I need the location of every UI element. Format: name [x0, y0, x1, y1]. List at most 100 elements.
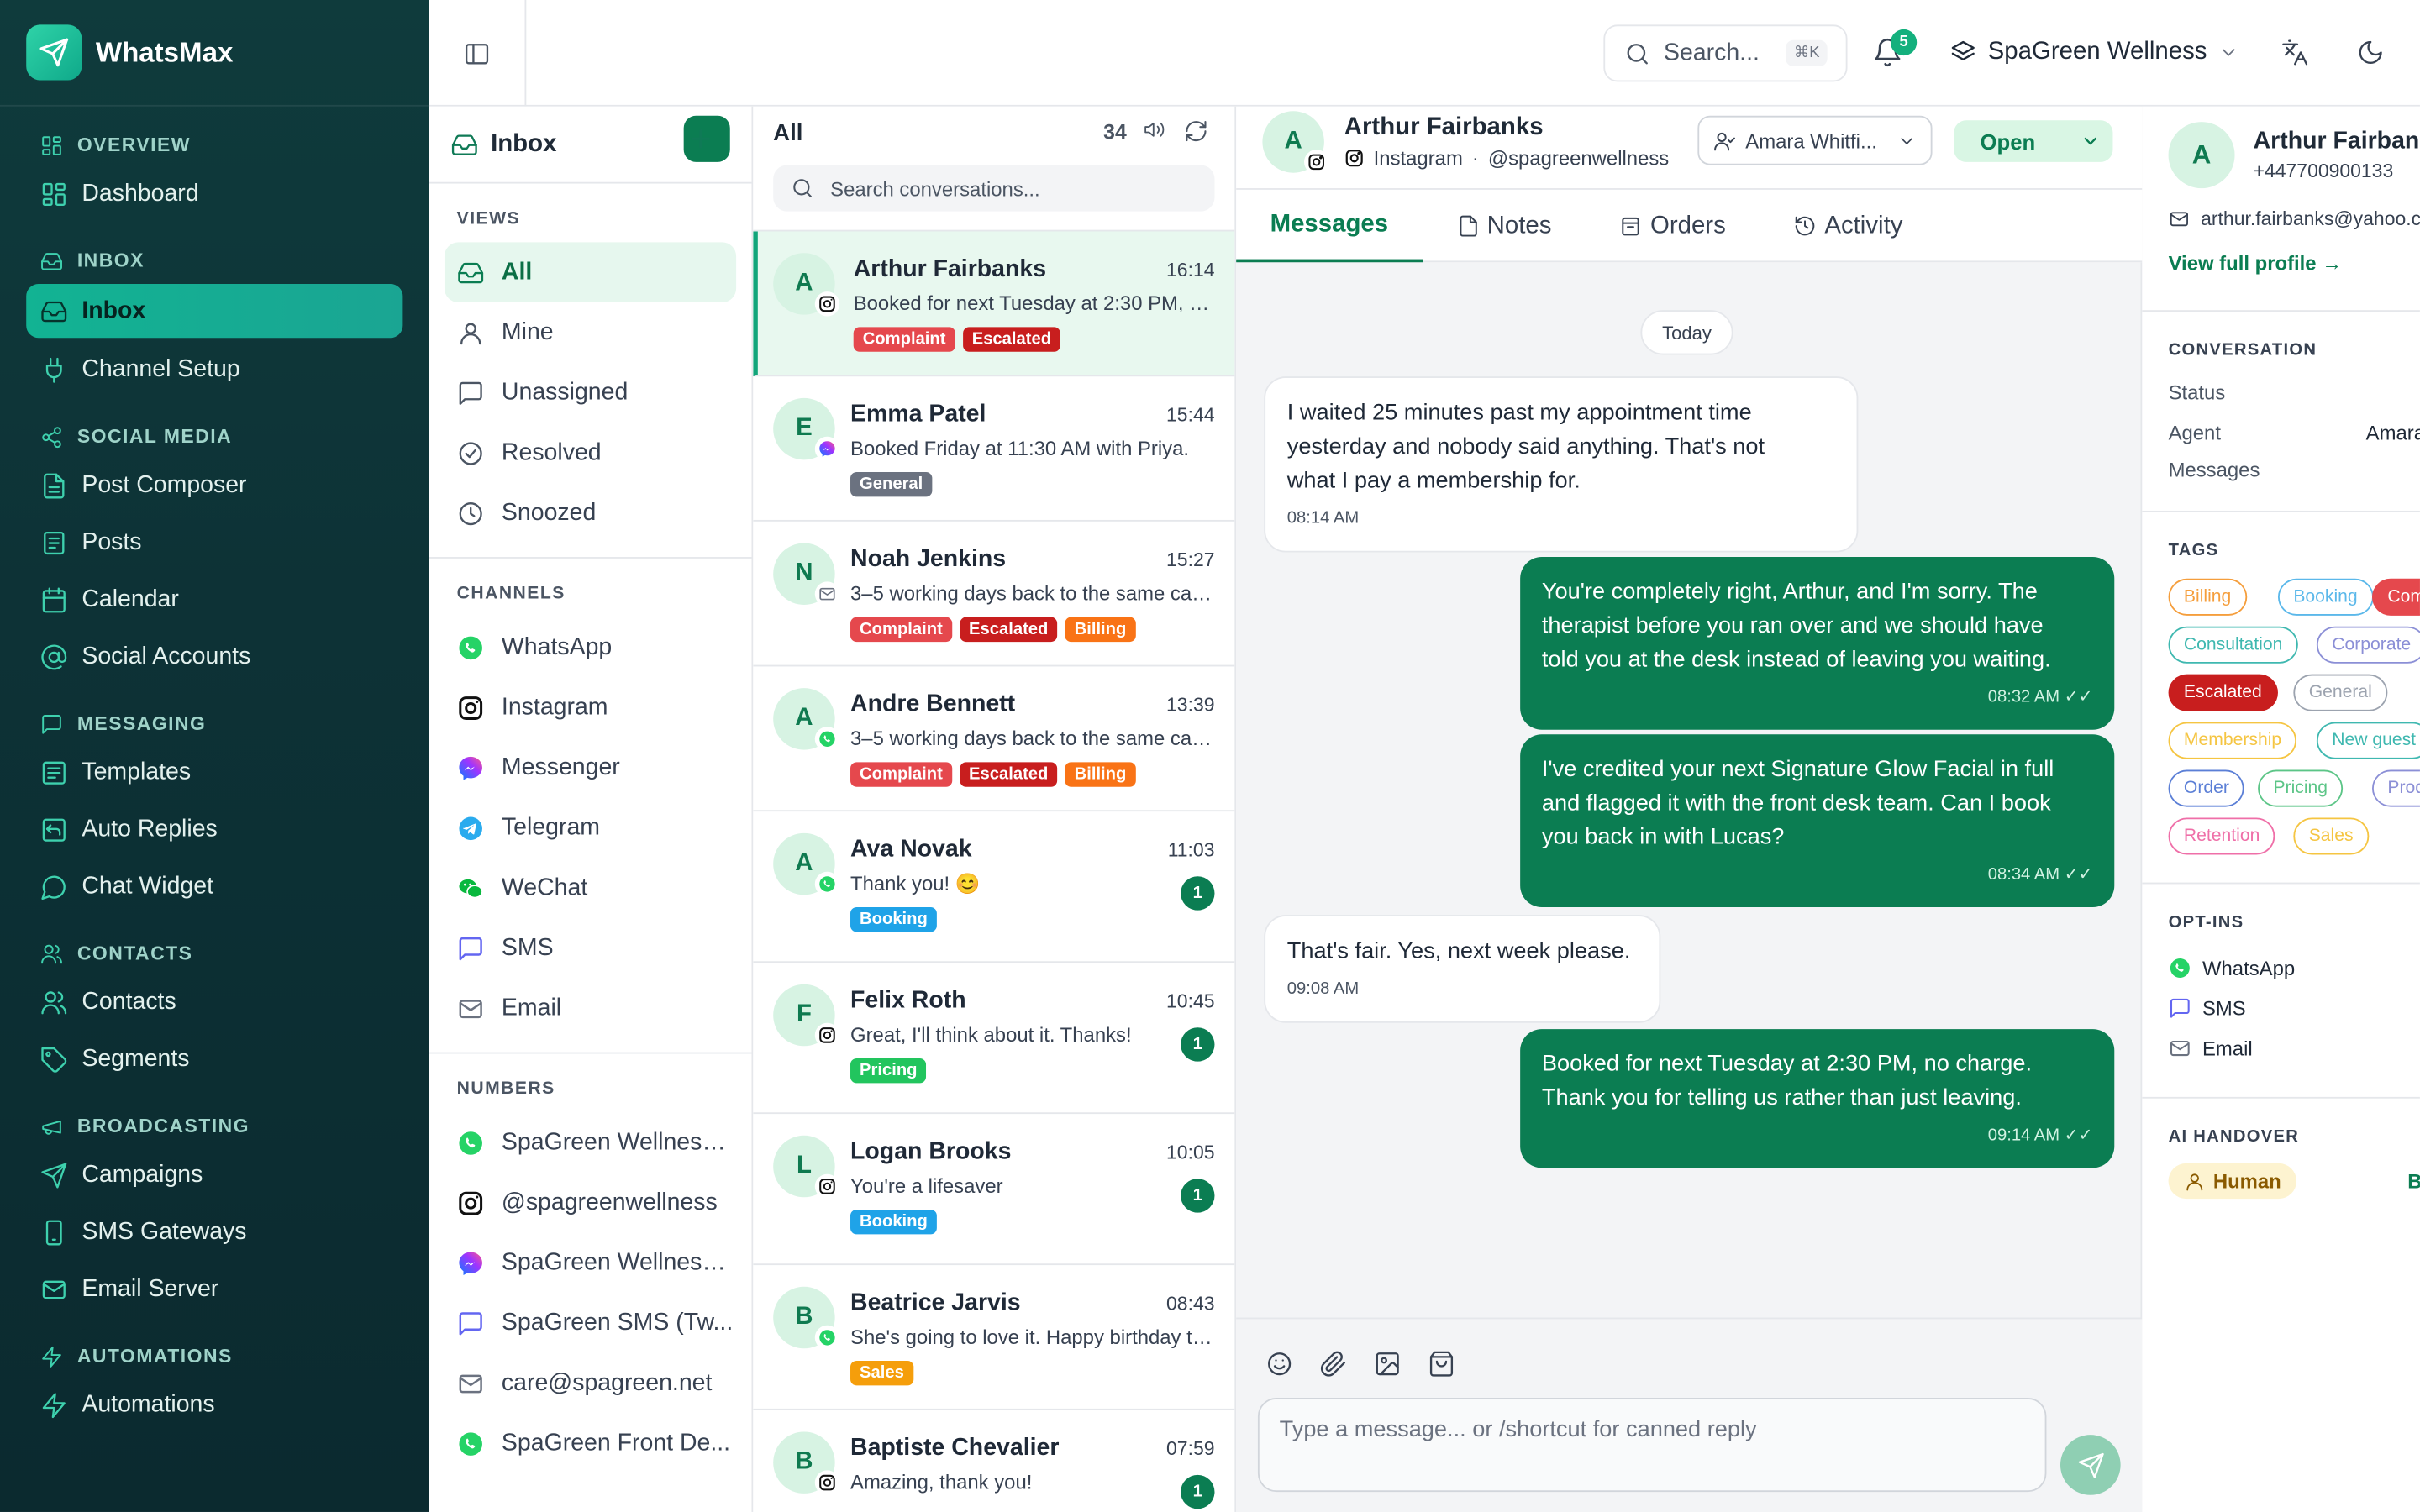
- profile-tag-new-guest[interactable]: New guest: [2316, 722, 2420, 759]
- theme-toggle-button[interactable]: [2357, 39, 2385, 66]
- profile-tag-corporate[interactable]: Corporate: [2316, 626, 2420, 664]
- view-item-all[interactable]: All: [444, 242, 737, 302]
- share-icon: [42, 426, 61, 448]
- conversation-item[interactable]: B Beatrice Jarvis 08:43 She's going to love…: [753, 1265, 1235, 1410]
- channel-item-whatsapp[interactable]: WhatsApp: [429, 617, 737, 678]
- conversation-item[interactable]: L Logan Brooks 10:05 You're a lifesaver Book…: [753, 1114, 1235, 1266]
- sidebar-item-campaigns[interactable]: Campaigns: [0, 1147, 402, 1204]
- product-button[interactable]: [1428, 1350, 1455, 1378]
- number-item[interactable]: SpaGreen SMS (Tw...: [429, 1293, 737, 1353]
- channel-item-wechat[interactable]: WeChat: [429, 858, 737, 918]
- conversation-time: 10:45: [1166, 990, 1215, 1012]
- conversation-item[interactable]: A Arthur Fairbanks 16:14 Booked for next Tu…: [753, 231, 1235, 377]
- human-mode-toggle[interactable]: Human: [2168, 1163, 2297, 1200]
- conversation-item[interactable]: N Noah Jenkins 15:27 3–5 working days back …: [753, 522, 1235, 667]
- emoji-button[interactable]: [1265, 1350, 1293, 1378]
- conversation-item[interactable]: A Ava Novak 11:03 Thank you! 😊 Booking 1: [753, 811, 1235, 963]
- attach-button[interactable]: [1319, 1350, 1347, 1378]
- new-conversation-button[interactable]: [683, 115, 730, 162]
- workspace-switcher[interactable]: SpaGreen Wellness: [1949, 34, 2250, 71]
- profile-tag-sales[interactable]: Sales: [2293, 817, 2369, 855]
- sidebar-item-social-accounts[interactable]: Social Accounts: [0, 628, 402, 685]
- sidebar-item-calendar[interactable]: Calendar: [0, 571, 402, 628]
- status-select[interactable]: Open: [1954, 120, 2113, 162]
- incoming-message: I waited 25 minutes past my appointment …: [1264, 376, 1859, 553]
- conversation-name: Beatrice Jarvis: [850, 1289, 1021, 1316]
- view-full-profile-link[interactable]: View full profile →: [2169, 251, 2343, 275]
- sidebar-item-email-server[interactable]: Email Server: [0, 1261, 402, 1318]
- profile-tag-consultation[interactable]: Consultation: [2168, 626, 2298, 664]
- optins-section-label: OPT-INS: [2168, 913, 2244, 932]
- sidebar-item-templates[interactable]: Templates: [0, 743, 402, 801]
- send-button[interactable]: [2060, 1435, 2121, 1495]
- conversation-preview: You're a lifesaver: [850, 1173, 1003, 1198]
- profile-tag-order[interactable]: Order: [2168, 769, 2245, 807]
- sidebar-item-auto-replies[interactable]: Auto Replies: [0, 801, 402, 858]
- sidebar-nav: OVERVIEW Dashboard INBOX Inbox Channel Setup…: [0, 125, 429, 1434]
- conversation-item[interactable]: B Baptiste Chevalier 07:59 Amazing, thank y…: [753, 1410, 1234, 1512]
- image-button[interactable]: [1374, 1350, 1402, 1378]
- channel-icon-wrap: [457, 995, 485, 1022]
- conversation-tags: Booking: [850, 1209, 937, 1235]
- sidebar-toggle-button[interactable]: [429, 0, 527, 107]
- tab-activity[interactable]: Activity: [1760, 190, 1937, 262]
- tag-icon: [41, 1046, 67, 1072]
- message-thread[interactable]: Today I waited 25 minutes past my appoin…: [1236, 262, 2142, 1317]
- sidebar-item-dashboard[interactable]: Dashboard: [0, 165, 402, 223]
- channel-item-instagram[interactable]: Instagram: [429, 677, 737, 738]
- channel-item-messenger[interactable]: Messenger: [429, 738, 737, 798]
- channel-item-email[interactable]: Email: [429, 978, 737, 1038]
- view-item-unassigned[interactable]: Unassigned: [429, 363, 737, 423]
- refresh-button[interactable]: [1184, 118, 1208, 143]
- profile-tag-products[interactable]: Products: [2372, 769, 2420, 807]
- number-item[interactable]: SpaGreen Wellness...: [429, 1233, 737, 1294]
- profile-tag-membership[interactable]: Membership: [2168, 722, 2297, 759]
- sidebar-item-sms-gateways[interactable]: SMS Gateways: [0, 1204, 402, 1261]
- number-item[interactable]: @spagreenwellness: [429, 1173, 737, 1233]
- smile-icon: [1268, 1352, 1292, 1376]
- sidebar-item-chat-widget[interactable]: Chat Widget: [0, 858, 402, 915]
- language-button[interactable]: [2281, 39, 2309, 66]
- message-input[interactable]: Type a message... or /shortcut for canne…: [1257, 1398, 2047, 1493]
- conversation-search-input[interactable]: Search conversations...: [773, 165, 1215, 212]
- brand[interactable]: WhatsMax: [0, 0, 429, 107]
- channel-item-telegram[interactable]: Telegram: [429, 798, 737, 858]
- profile-tag-escalated[interactable]: Escalated: [2168, 674, 2278, 711]
- bolt-icon: [42, 1392, 66, 1418]
- bot-mode-toggle[interactable]: Bot: [2407, 1169, 2420, 1193]
- number-item[interactable]: care@spagreen.net: [429, 1353, 737, 1414]
- profile-tag-general[interactable]: General: [2293, 674, 2388, 711]
- tab-orders[interactable]: Orders: [1586, 190, 1760, 262]
- view-item-snoozed[interactable]: Snoozed: [429, 483, 737, 543]
- number-item[interactable]: SpaGreen Front De...: [429, 1413, 737, 1473]
- conversation-item[interactable]: A Andre Bennett 13:39 3–5 working days back…: [753, 666, 1235, 812]
- nav-section-label: BROADCASTING: [76, 1115, 250, 1137]
- channel-item-sms[interactable]: SMS: [429, 918, 737, 979]
- profile-tag-booking[interactable]: Booking: [2277, 578, 2374, 616]
- view-item-mine[interactable]: Mine: [429, 302, 737, 363]
- view-item-resolved[interactable]: Resolved: [429, 423, 737, 483]
- profile-tag-retention[interactable]: Retention: [2168, 817, 2275, 855]
- channel-badge: [814, 871, 840, 897]
- profile-email: arthur.fairbanks@yahoo.com: [2169, 208, 2420, 230]
- profile-tag-billing[interactable]: Billing: [2168, 578, 2247, 616]
- number-item[interactable]: SpaGreen Wellness...: [429, 1112, 737, 1173]
- sidebar-item-inbox[interactable]: Inbox: [26, 283, 403, 339]
- profile-tag-pricing[interactable]: Pricing: [2258, 769, 2344, 807]
- sidebar-item-channel-setup[interactable]: Channel Setup: [0, 341, 402, 398]
- profile-tag-complaint[interactable]: Complaint: [2372, 578, 2420, 616]
- conversation-item[interactable]: F Felix Roth 10:45 Great, I'll think about …: [753, 963, 1235, 1115]
- tab-messages[interactable]: Messages: [1236, 190, 1423, 263]
- sidebar-item-segments[interactable]: Segments: [0, 1031, 402, 1088]
- sound-toggle-button[interactable]: [1144, 118, 1165, 140]
- tab-notes[interactable]: Notes: [1423, 190, 1586, 262]
- conversation-item[interactable]: E Emma Patel 15:44 Booked Friday at 11:30 A…: [753, 376, 1235, 522]
- global-search[interactable]: Search... ⌘K: [1603, 24, 1848, 82]
- sidebar-item-contacts[interactable]: Contacts: [0, 974, 402, 1031]
- sidebar-item-posts[interactable]: Posts: [0, 514, 402, 571]
- translate-icon: [2282, 39, 2308, 66]
- sidebar-item-post-composer[interactable]: Post Composer: [0, 457, 402, 514]
- sidebar-item-automations[interactable]: Automations: [0, 1376, 402, 1433]
- assign-agent-select[interactable]: Amara Whitfi...: [1697, 115, 1933, 165]
- tag-escalated: Escalated: [960, 762, 1058, 787]
